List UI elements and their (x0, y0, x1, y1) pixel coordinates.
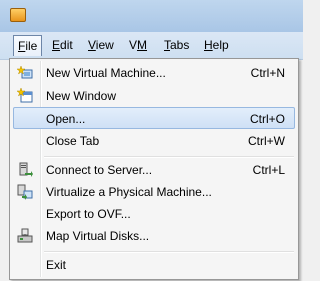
menu-vm[interactable]: VM (125, 35, 151, 56)
menu-item-label: Virtualize a Physical Machine... (46, 185, 212, 199)
new-vm-icon (17, 65, 33, 79)
menu-item-shortcut: Ctrl+O (249, 112, 285, 126)
virtualize-icon (17, 184, 33, 200)
menu-edit[interactable]: Edit (48, 35, 77, 56)
menu-tabs[interactable]: Tabs (160, 35, 193, 56)
menu-item-new-window[interactable]: New Window (13, 85, 295, 107)
new-window-icon (17, 88, 33, 103)
title-bar (0, 0, 303, 32)
menu-item-connect-to-server[interactable]: Connect to Server... Ctrl+L (13, 159, 295, 181)
menu-item-label: Export to OVF... (46, 207, 131, 221)
menu-item-label: Map Virtual Disks... (46, 229, 150, 243)
file-menu-dropdown: New Virtual Machine... Ctrl+N New Window… (9, 58, 299, 280)
menu-file[interactable]: File (13, 35, 43, 56)
menu-file-rest: ile (25, 39, 38, 53)
map-disks-icon (17, 228, 33, 243)
menu-item-shortcut: Ctrl+N (250, 66, 285, 80)
menu-item-shortcut: Ctrl+W (248, 134, 285, 148)
menu-vm-mnemonic: M (137, 38, 148, 52)
menu-item-label: New Window (46, 89, 117, 103)
menu-view-rest: iew (95, 38, 114, 52)
menu-item-close-tab[interactable]: Close Tab Ctrl+W (13, 130, 295, 152)
menu-separator (44, 156, 294, 158)
menu-view-mnemonic: V (88, 38, 96, 52)
menu-item-exit[interactable]: Exit (13, 254, 295, 276)
menu-item-label: Close Tab (46, 134, 100, 148)
menu-tabs-rest: abs (170, 38, 190, 52)
menu-help-mnemonic: H (204, 38, 213, 52)
app-icon (10, 8, 26, 22)
menu-item-map-virtual-disks[interactable]: Map Virtual Disks... (13, 225, 295, 247)
menu-view[interactable]: View (84, 35, 118, 56)
menu-help[interactable]: Help (200, 35, 233, 56)
menu-item-label: New Virtual Machine... (46, 66, 166, 80)
menu-item-shortcut: Ctrl+L (252, 163, 285, 177)
menu-edit-mnemonic: E (52, 38, 61, 52)
menu-item-label: Exit (46, 258, 67, 272)
menu-item-new-virtual-machine[interactable]: New Virtual Machine... Ctrl+N (13, 62, 295, 84)
menu-item-label: Open... (46, 112, 86, 126)
menu-help-rest: elp (212, 38, 229, 52)
menu-bar: File Edit View VM Tabs Help (0, 32, 303, 60)
menu-item-open[interactable]: Open... Ctrl+O (13, 107, 295, 129)
menu-item-virtualize-physical-machine[interactable]: Virtualize a Physical Machine... (13, 181, 295, 203)
menu-item-label: Connect to Server... (46, 163, 153, 177)
menu-separator (44, 251, 294, 253)
menu-item-export-to-ovf[interactable]: Export to OVF... (13, 203, 295, 225)
menu-edit-rest: dit (60, 38, 73, 52)
menu-vm-pre: V (129, 38, 138, 52)
connect-server-icon (19, 162, 33, 177)
